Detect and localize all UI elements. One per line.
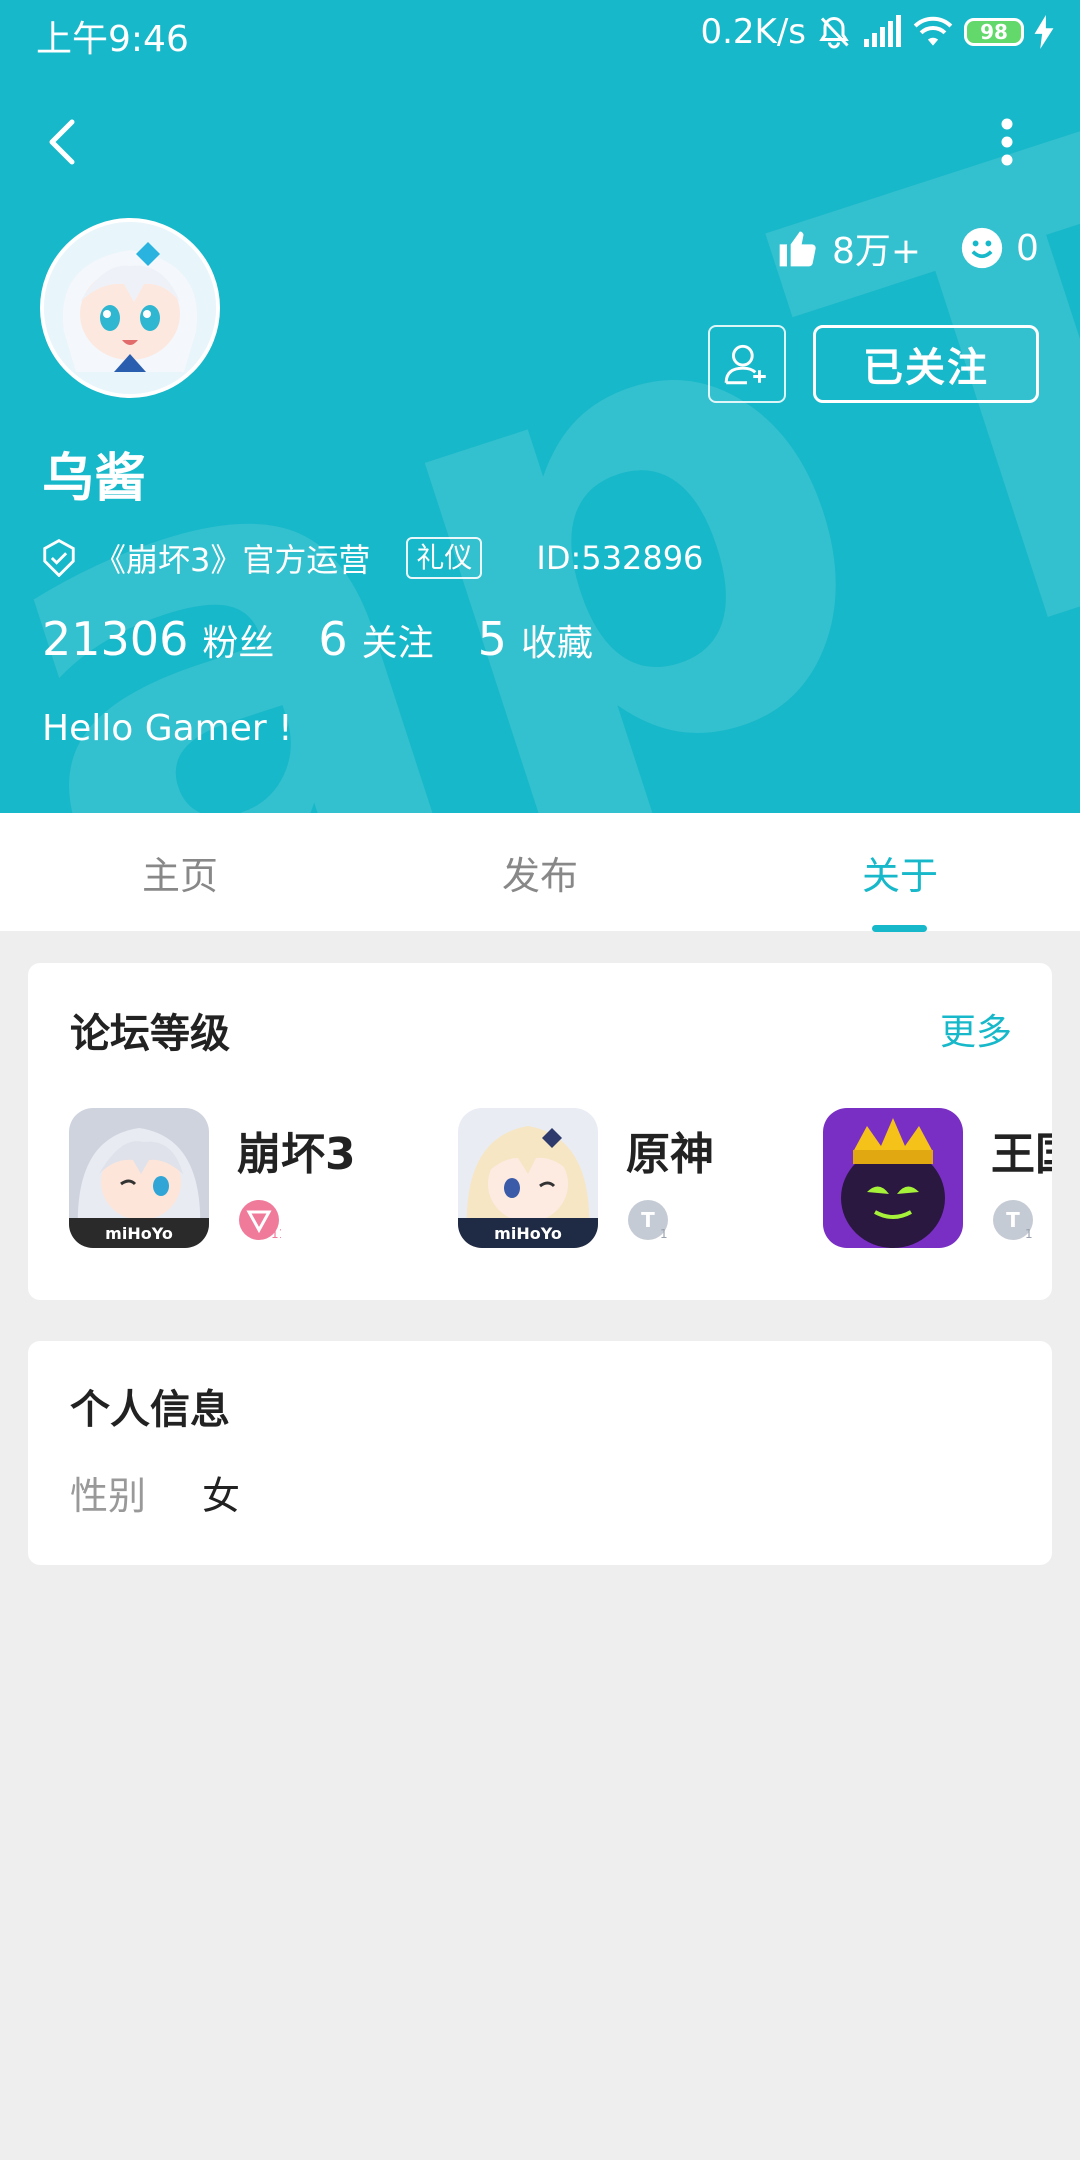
charging-icon [1034,15,1054,49]
smiles-count: 0 [1016,227,1039,269]
svg-text:miHoYo: miHoYo [105,1224,173,1243]
fans-label[interactable]: 粉丝 [202,614,274,666]
mute-bell-icon [819,16,849,49]
following-label[interactable]: 关注 [362,614,434,666]
forum-level-list: miHoYo 崩坏3 11 miHoYo [28,963,1052,1300]
battery-indicator: 98 [964,18,1024,46]
svg-text:T: T [1006,1208,1020,1232]
svg-text:apTa: apTa [0,60,1080,813]
smile-icon [961,227,1003,269]
status-time: 上午9:46 [36,19,189,60]
certification-text: 《崩坏3》官方运营 [94,541,371,579]
counts-row: 21306 粉丝 6 关注 5 收藏 [42,612,637,682]
gender-label: 性别 [70,1474,147,1518]
kingdom-game-icon [823,1108,963,1248]
smiles-stat[interactable]: 0 [960,220,1039,276]
signal-icon [864,15,901,47]
favorites-label[interactable]: 收藏 [521,614,593,666]
personal-info-title: 个人信息 [70,1387,230,1433]
status-right-group: 0.2K/s 98 [700,10,1054,54]
fans-count[interactable]: 21306 [42,612,188,666]
genshin-game-icon: miHoYo [458,1108,598,1248]
username: 乌酱 [42,449,147,509]
wifi-icon [913,16,953,46]
add-user-icon [724,344,766,385]
anime-avatar-image [44,222,216,394]
svg-text:1: 1 [660,1227,668,1241]
thumbs-up-icon [779,231,816,267]
forum-name: 王国 [991,1129,1052,1180]
tag-badge[interactable]: 礼仪 [406,537,483,579]
watermark-logo: apTa [0,60,1080,813]
level-badge-icon: 11 [239,1200,281,1241]
forum-name: 原神 [626,1129,714,1180]
more-vertical-icon [1001,118,1013,166]
network-speed: 0.2K/s [700,12,806,52]
bio-text: Hello Gamer ! [42,708,293,749]
gender-value: 女 [202,1474,241,1518]
follow-button[interactable]: 已关注 [813,325,1039,403]
tab-bar: 主页 发布 关于 [0,813,1080,931]
favorites-count[interactable]: 5 [478,612,507,666]
level-badge-icon: T1 [628,1200,668,1241]
svg-text:miHoYo: miHoYo [494,1224,562,1243]
avatar[interactable] [40,218,220,398]
tab-home[interactable]: 主页 [0,813,360,931]
chevron-left-icon [49,119,75,165]
back-button[interactable] [38,112,86,172]
user-id: ID:532896 [536,539,704,577]
add-friend-button[interactable] [708,325,786,403]
honkai-game-icon: miHoYo [69,1108,209,1248]
tab-posts[interactable]: 发布 [360,813,720,931]
likes-stat[interactable]: 8万+ [776,220,921,276]
more-options-button[interactable] [990,112,1024,172]
verified-shield-icon [43,539,75,577]
status-bar: 上午9:46 0.2K/s 98 [0,0,1080,66]
forum-level-card: 论坛等级 更多 miHoYo 崩坏3 11 [28,963,1052,1300]
following-count[interactable]: 6 [318,612,347,666]
tab-about[interactable]: 关于 [720,813,1080,931]
level-badge-icon: T1 [993,1200,1033,1241]
personal-info-card: 个人信息 性别 女 [28,1341,1052,1565]
forum-name: 崩坏3 [237,1129,356,1180]
likes-count: 8万+ [832,231,922,272]
svg-text:11: 11 [271,1227,281,1241]
battery-level: 98 [980,20,1008,44]
svg-text:T: T [641,1208,655,1232]
tab-active-indicator [872,925,927,932]
profile-header: apTa 上午9:46 0.2K/s 98 8万+ 0 已关注 乌酱 《崩坏3》… [0,0,1080,813]
svg-text:1: 1 [1025,1227,1033,1241]
certification-row: 《崩坏3》官方运营 礼仪 ID:532896 [40,530,703,586]
